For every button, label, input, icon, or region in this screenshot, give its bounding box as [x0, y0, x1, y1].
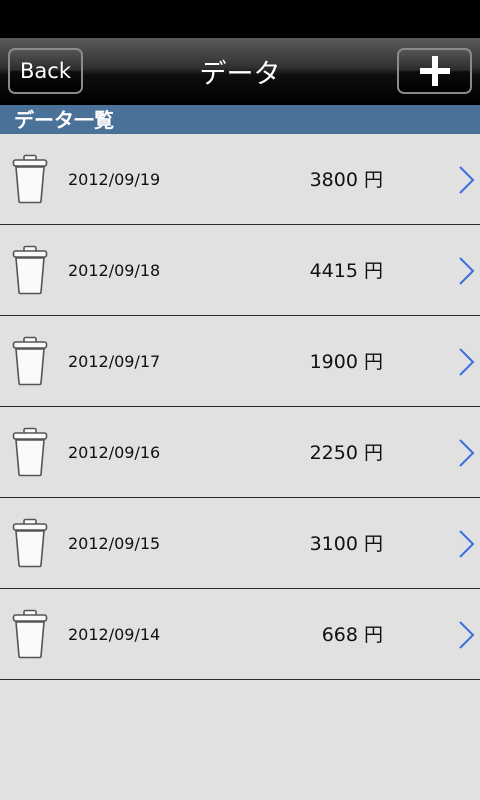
list-item[interactable]: 2012/09/14 668 円: [0, 589, 480, 680]
add-button[interactable]: [397, 48, 472, 94]
plus-icon: [419, 56, 450, 86]
chevron-right-icon: [459, 439, 475, 467]
trash-icon[interactable]: [11, 518, 49, 568]
entry-date: 2012/09/17: [68, 352, 161, 371]
entry-amount: 2250 円: [309, 442, 383, 464]
entry-date: 2012/09/18: [68, 261, 161, 280]
trash-icon[interactable]: [11, 427, 49, 477]
entry-date: 2012/09/15: [68, 534, 161, 553]
entry-amount: 668 円: [321, 624, 383, 646]
list-item[interactable]: 2012/09/18 4415 円: [0, 225, 480, 316]
trash-icon[interactable]: [11, 245, 49, 295]
trash-icon[interactable]: [11, 154, 49, 204]
chevron-right-icon: [459, 530, 475, 558]
trash-icon[interactable]: [11, 336, 49, 386]
navigation-bar: Back データ: [0, 38, 480, 105]
entry-date: 2012/09/19: [68, 170, 161, 189]
chevron-right-icon: [459, 257, 475, 285]
back-button[interactable]: Back: [8, 48, 83, 94]
data-list: 2012/09/19 3800 円 2012/09/18 4415 円 2012…: [0, 134, 480, 680]
section-header: データ一覧: [0, 105, 480, 134]
list-item[interactable]: 2012/09/16 2250 円: [0, 407, 480, 498]
entry-amount: 3800 円: [309, 169, 383, 191]
chevron-right-icon: [459, 166, 475, 194]
entry-date: 2012/09/14: [68, 625, 161, 644]
list-item[interactable]: 2012/09/15 3100 円: [0, 498, 480, 589]
chevron-right-icon: [459, 348, 475, 376]
list-item[interactable]: 2012/09/19 3800 円: [0, 134, 480, 225]
status-bar: [0, 0, 480, 38]
entry-date: 2012/09/16: [68, 443, 161, 462]
entry-amount: 3100 円: [309, 533, 383, 555]
entry-amount: 4415 円: [309, 260, 383, 282]
back-button-label: Back: [20, 59, 71, 83]
chevron-right-icon: [459, 621, 475, 649]
trash-icon[interactable]: [11, 609, 49, 659]
entry-amount: 1900 円: [309, 351, 383, 373]
list-item[interactable]: 2012/09/17 1900 円: [0, 316, 480, 407]
